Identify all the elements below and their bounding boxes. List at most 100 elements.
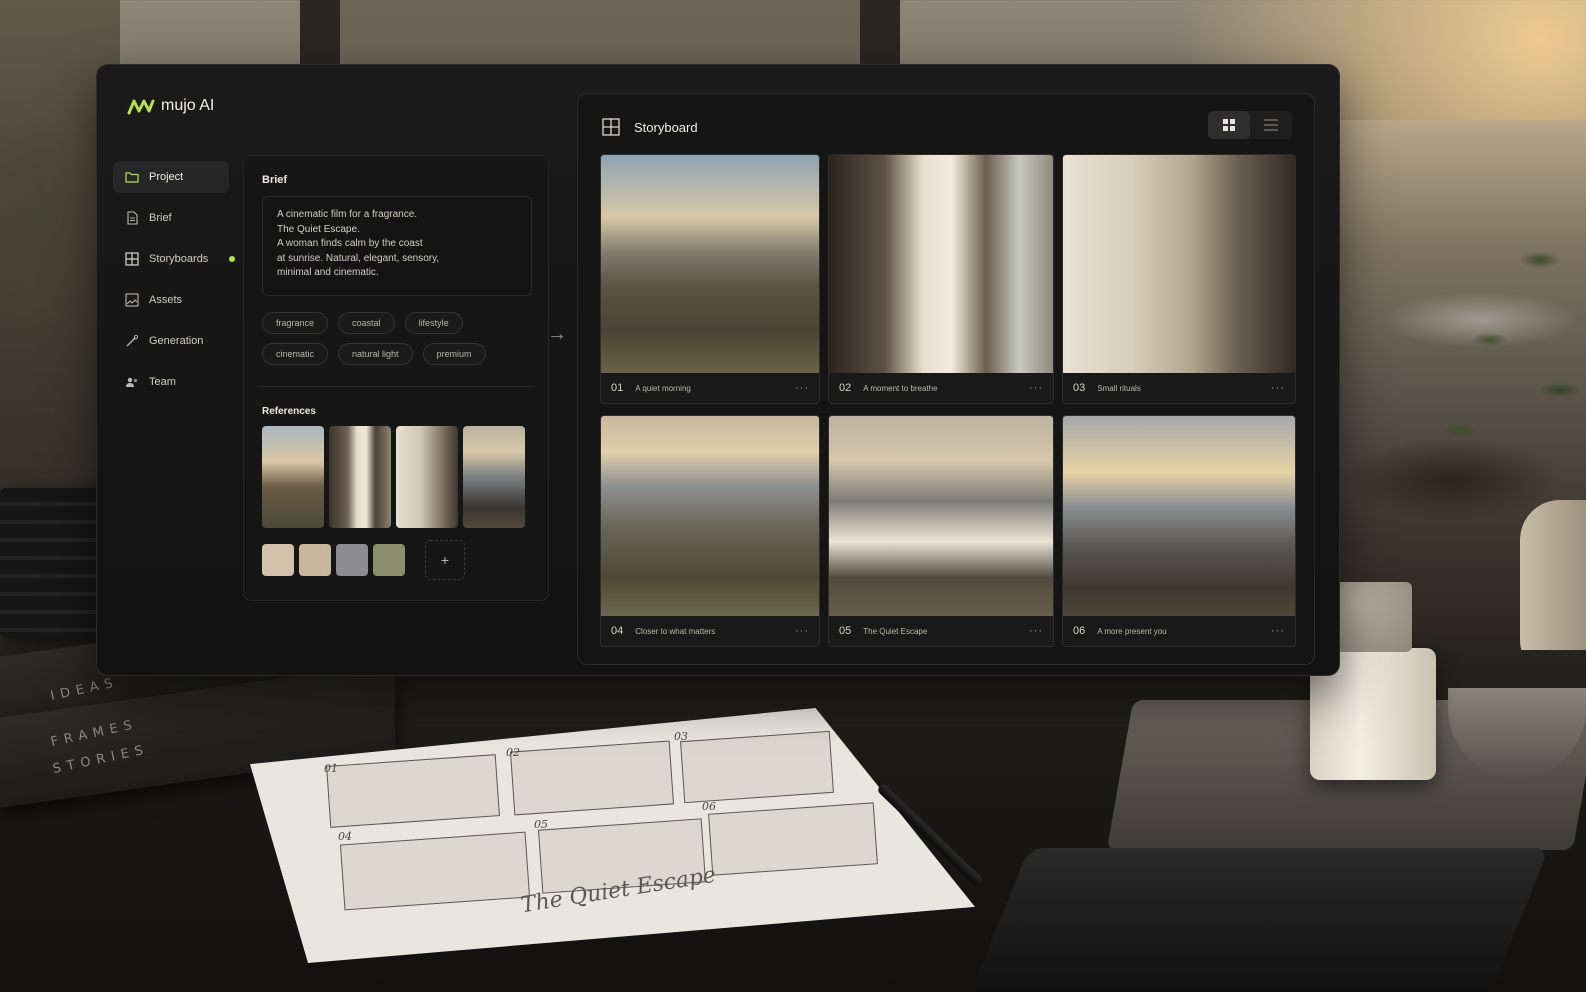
frame-caption: A moment to breathe (863, 383, 938, 393)
brief-panel: Brief A cinematic film for a fragrance. … (243, 155, 549, 601)
color-palette: + (262, 540, 465, 580)
frame-footer: 04 Closer to what matters ··· (601, 616, 819, 646)
frame-footer: 06 A more present you ··· (1063, 616, 1295, 646)
storyboard-frame[interactable]: 03 Small rituals ··· (1062, 154, 1296, 404)
frame-caption: Closer to what matters (635, 626, 716, 636)
more-options-icon[interactable]: ··· (795, 382, 809, 394)
frame-number: 05 (839, 625, 852, 637)
sketch-number: 03 (674, 730, 688, 743)
frame-image (829, 155, 1053, 375)
frame-image (601, 155, 819, 375)
storyboard-frame[interactable]: 01 A quiet morning ··· (600, 154, 820, 404)
sidebar-item-generation[interactable]: Generation (113, 325, 229, 357)
sidebar-item-project[interactable]: Project (113, 161, 229, 193)
frame-footer: 01 A quiet morning ··· (601, 373, 819, 403)
frame-caption: Small rituals (1097, 383, 1141, 393)
tag-chip[interactable]: coastal (338, 312, 395, 334)
background-window-frame (300, 0, 900, 70)
color-swatch[interactable] (336, 544, 368, 576)
app-logo[interactable]: mujo AI (127, 97, 214, 115)
grid-icon (602, 118, 620, 136)
app-window: mujo AI Project Brief Storyboards Assets… (96, 64, 1340, 676)
tag-chip[interactable]: premium (422, 343, 486, 365)
frame-number: 02 (839, 382, 852, 394)
sketch-number: 01 (324, 762, 338, 775)
reference-thumbnail[interactable] (463, 426, 525, 528)
reference-thumbnail[interactable] (396, 426, 458, 528)
grid-icon (125, 252, 139, 266)
sketch-number: 02 (506, 746, 520, 759)
storyboard-panel: Storyboard 01 A quiet morning ··· 02 A m… (577, 93, 1315, 665)
grid-view-icon (1223, 119, 1235, 131)
frame-image (1063, 416, 1295, 618)
sidebar-item-label: Generation (149, 335, 204, 347)
more-options-icon[interactable]: ··· (1271, 382, 1285, 394)
document-icon (127, 211, 138, 225)
list-view-button[interactable] (1250, 111, 1292, 139)
more-options-icon[interactable]: ··· (1029, 382, 1043, 394)
fragrance-cap (1332, 582, 1412, 652)
storyboard-frame[interactable]: 06 A more present you ··· (1062, 415, 1296, 647)
sketch-frame (326, 754, 500, 828)
sidebar-item-team[interactable]: Team (113, 366, 229, 398)
brief-text[interactable]: A cinematic film for a fragrance. The Qu… (262, 196, 532, 296)
reference-thumbnail[interactable] (329, 426, 391, 528)
tag-chip[interactable]: cinematic (262, 343, 329, 365)
sidebar-item-assets[interactable]: Assets (113, 284, 229, 316)
reference-thumbnails (262, 426, 525, 528)
sidebar-item-brief[interactable]: Brief (113, 202, 229, 234)
frame-image (601, 416, 819, 618)
mujo-logo-icon (127, 99, 155, 115)
color-swatch[interactable] (262, 544, 294, 576)
frame-caption: A more present you (1097, 626, 1167, 636)
tag-list: fragrance coastal lifestyle cinematic na… (262, 312, 534, 365)
storyboard-frame[interactable]: 05 The Quiet Escape ··· (828, 415, 1054, 647)
divider (258, 386, 534, 387)
more-options-icon[interactable]: ··· (1029, 625, 1043, 637)
sketch-number: 04 (338, 830, 352, 843)
brief-title: Brief (262, 174, 288, 186)
frame-caption: The Quiet Escape (863, 626, 928, 636)
list-view-icon (1264, 119, 1278, 131)
more-options-icon[interactable]: ··· (795, 625, 809, 637)
color-swatch[interactable] (299, 544, 331, 576)
reference-thumbnail[interactable] (262, 426, 324, 528)
tag-chip[interactable]: lifestyle (404, 312, 463, 334)
storyboard-frame[interactable]: 04 Closer to what matters ··· (600, 415, 820, 647)
frame-footer: 02 A moment to breathe ··· (829, 373, 1053, 403)
more-options-icon[interactable]: ··· (1271, 625, 1285, 637)
sidebar-item-storyboards[interactable]: Storyboards (113, 243, 235, 275)
frame-number: 06 (1073, 625, 1086, 637)
sidebar-item-label: Team (149, 376, 176, 388)
frame-image (829, 416, 1053, 618)
frame-footer: 05 The Quiet Escape ··· (829, 616, 1053, 646)
frame-number: 04 (611, 625, 624, 637)
app-name: mujo AI (161, 97, 215, 114)
folder-icon (125, 172, 139, 183)
status-dot (229, 256, 235, 262)
tablet-device (970, 848, 1550, 992)
storyboard-frame[interactable]: 02 A moment to breathe ··· (828, 154, 1054, 404)
storyboard-title: Storyboard (634, 119, 698, 135)
frame-footer: 03 Small rituals ··· (1063, 373, 1295, 403)
tag-chip[interactable]: fragrance (262, 312, 329, 334)
sketch-frame (509, 740, 675, 816)
sketch-frame (680, 730, 834, 804)
sketch-frame (708, 802, 878, 876)
frame-caption: A quiet morning (635, 383, 691, 393)
storyboard-header: Storyboard (602, 118, 698, 136)
sketch-number: 06 (702, 800, 716, 813)
wand-icon (126, 334, 139, 347)
sketch-frame (339, 831, 531, 911)
sidebar-nav: Project Brief Storyboards Assets Generat… (113, 161, 235, 407)
frame-number: 01 (611, 382, 624, 394)
tag-chip[interactable]: natural light (338, 343, 413, 365)
team-icon (126, 377, 138, 387)
arrow-right-icon: → (547, 323, 567, 345)
frame-image (1063, 155, 1295, 375)
references-title: References (262, 406, 316, 417)
view-toggle (1208, 111, 1292, 139)
grid-view-button[interactable] (1208, 111, 1250, 139)
color-swatch[interactable] (373, 544, 405, 576)
add-swatch-button[interactable]: + (425, 540, 465, 580)
